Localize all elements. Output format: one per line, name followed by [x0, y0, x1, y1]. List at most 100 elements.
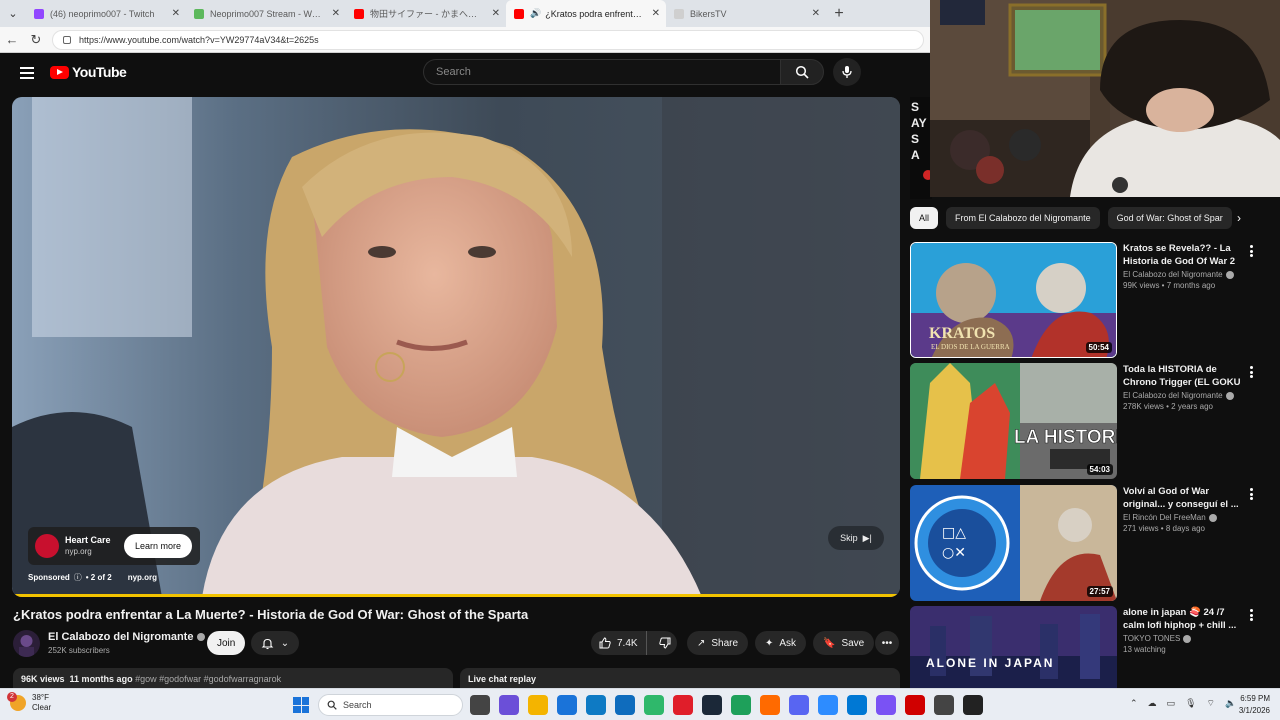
- tab-close-icon[interactable]: ✕: [652, 8, 660, 19]
- video-title[interactable]: Toda la HISTORIA de Chrono Trigger (EL G…: [1123, 363, 1248, 389]
- tab-twitch[interactable]: (46) neoprimo007 - Twitch ✕: [26, 0, 186, 27]
- menu-icon[interactable]: [20, 67, 34, 79]
- taskbar-app-icon[interactable]: [528, 695, 548, 715]
- mic-icon[interactable]: 🎙: [1185, 698, 1196, 709]
- save-button[interactable]: 🔖 Save: [813, 631, 875, 655]
- search-button[interactable]: [780, 59, 824, 85]
- video-thumbnail[interactable]: ALONE IN JAPAN: [910, 606, 1117, 688]
- wifi-icon[interactable]: ⌔: [1207, 698, 1215, 709]
- clock[interactable]: 6:59 PM 3/1/2026: [1230, 693, 1270, 717]
- search-input[interactable]: Search: [423, 59, 780, 85]
- taskbar-app-icon[interactable]: [789, 695, 809, 715]
- ad-domain-link[interactable]: nyp.org: [128, 573, 157, 582]
- ask-button[interactable]: ✦ Ask: [755, 631, 807, 655]
- video-thumbnail[interactable]: LA HISTORIA 54:03: [910, 363, 1117, 479]
- youtube-play-logo-icon: [50, 65, 69, 79]
- new-tab-button[interactable]: +: [826, 0, 852, 27]
- taskbar-search[interactable]: Search: [318, 694, 463, 716]
- channel-line: El Rincón Del FreeMan: [1123, 513, 1248, 522]
- youtube-logo[interactable]: YouTube: [50, 64, 127, 80]
- tab-neoprimo-stream[interactable]: Neoprimo007 Stream - Watch Live ✕: [186, 0, 346, 27]
- description-box[interactable]: 96K views 11 months ago #gow #godofwar #…: [13, 668, 453, 688]
- speaker-icon[interactable]: 🔊: [530, 8, 541, 19]
- channel-name[interactable]: TOKYO TONES: [1123, 634, 1180, 643]
- taskbar-app-icon[interactable]: [499, 695, 519, 715]
- taskbar-app-icon[interactable]: [905, 695, 925, 715]
- page-scrollbar[interactable]: [1268, 201, 1278, 688]
- site-info-icon[interactable]: [63, 35, 71, 44]
- taskbar-app-icon[interactable]: [615, 695, 635, 715]
- recommended-video[interactable]: LA HISTORIA 54:03 Toda la HISTORIA de Ch…: [910, 363, 1270, 479]
- tab-list-dropdown-icon[interactable]: ⌄: [0, 0, 26, 27]
- share-button[interactable]: ↗ Share: [687, 631, 749, 655]
- chip-god-of-war[interactable]: God of War: Ghost of Spar: [1107, 207, 1232, 229]
- channel-avatar[interactable]: [13, 630, 40, 657]
- taskbar-app-icon[interactable]: [702, 695, 722, 715]
- taskbar-app-icon[interactable]: [586, 695, 606, 715]
- tab-close-icon[interactable]: ✕: [812, 8, 820, 19]
- video-title[interactable]: Kratos se Revela?? - La Historia de God …: [1123, 242, 1248, 268]
- channel-name[interactable]: El Rincón Del FreeMan: [1123, 513, 1206, 522]
- skip-ad-button[interactable]: Skip ▶|: [828, 526, 884, 550]
- recommended-video[interactable]: KRATOS EL DIOS DE LA GUERRA 50:54 Kratos…: [910, 242, 1270, 358]
- taskbar-app-icon[interactable]: [963, 695, 983, 715]
- tab-title: ¿Kratos podra enfrentar a La Mue: [545, 8, 644, 19]
- taskbar-app-icon[interactable]: [847, 695, 867, 715]
- dislike-button[interactable]: [653, 631, 677, 655]
- more-vertical-icon[interactable]: [1246, 487, 1256, 501]
- video-thumbnail[interactable]: KRATOS EL DIOS DE LA GUERRA 50:54: [910, 242, 1117, 358]
- recommended-video[interactable]: ALONE IN JAPAN alone in japan 🍣 24 /7 ca…: [910, 606, 1270, 688]
- reload-icon[interactable]: ↻: [24, 28, 48, 52]
- more-vertical-icon[interactable]: [1246, 608, 1256, 622]
- subscriber-count: 252K subscribers: [48, 646, 110, 655]
- tab-youtube-kratos[interactable]: 🔊 ¿Kratos podra enfrentar a La Mue ✕: [506, 0, 666, 27]
- voice-search-button[interactable]: [833, 58, 861, 86]
- ad-card[interactable]: Heart Care nyp.org Learn more: [28, 527, 200, 565]
- join-button[interactable]: Join: [207, 631, 246, 655]
- chevron-up-icon[interactable]: ⌃: [1130, 698, 1138, 709]
- taskbar-app-icon[interactable]: [644, 695, 664, 715]
- windows-start-icon[interactable]: [293, 697, 309, 713]
- channel-name[interactable]: El Calabozo del Nigromante: [48, 631, 206, 643]
- taskbar-app-icon[interactable]: [731, 695, 751, 715]
- tab-close-icon[interactable]: ✕: [492, 8, 500, 19]
- chip-all[interactable]: All: [910, 207, 939, 229]
- info-icon[interactable]: ⓘ: [74, 572, 82, 583]
- tab-youtube-music[interactable]: 物田サイファー - かまへん (prod. Cosa ✕: [346, 0, 506, 27]
- live-chat-replay[interactable]: Live chat replay: [460, 668, 900, 688]
- more-actions-button[interactable]: •••: [875, 631, 899, 655]
- tab-close-icon[interactable]: ✕: [332, 8, 340, 19]
- like-button[interactable]: 7.4K: [591, 631, 647, 655]
- more-vertical-icon[interactable]: [1246, 244, 1256, 258]
- channel-name[interactable]: El Calabozo del Nigromante: [1123, 391, 1223, 400]
- video-title[interactable]: Volví al God of War original... y conseg…: [1123, 485, 1248, 511]
- ad-progress-bar[interactable]: [12, 594, 900, 597]
- video-thumbnail[interactable]: □△ ○✕ 27:57: [910, 485, 1117, 601]
- taskbar-app-icon[interactable]: [934, 695, 954, 715]
- taskbar-app-icon[interactable]: [818, 695, 838, 715]
- back-arrow-icon[interactable]: ←: [0, 28, 24, 52]
- hashtags[interactable]: #gow #godofwar #godofwarragnarok: [135, 674, 281, 684]
- tab-close-icon[interactable]: ✕: [172, 8, 180, 19]
- taskbar-app-icon[interactable]: [673, 695, 693, 715]
- taskbar-app-icon[interactable]: [470, 695, 490, 715]
- recommended-video[interactable]: □△ ○✕ 27:57 Volví al God of War original…: [910, 485, 1270, 601]
- url-field[interactable]: https://www.youtube.com/watch?v=YW29774a…: [52, 29, 924, 50]
- tab-bikerstv[interactable]: BikersTV ✕: [666, 0, 826, 27]
- display-icon[interactable]: ▭: [1167, 698, 1176, 709]
- taskbar-app-icon[interactable]: [557, 695, 577, 715]
- channel-name[interactable]: El Calabozo del Nigromante: [1123, 270, 1223, 279]
- taskbar-app-icon[interactable]: [876, 695, 896, 715]
- chip-from-channel[interactable]: From El Calabozo del Nigromante: [946, 207, 1100, 229]
- taskbar-app-icon[interactable]: [760, 695, 780, 715]
- share-label: Share: [711, 637, 739, 649]
- video-title[interactable]: alone in japan 🍣 24 /7 calm lofi hiphop …: [1123, 606, 1248, 632]
- video-player[interactable]: Heart Care nyp.org Learn more Sponsored …: [12, 97, 900, 597]
- chevron-right-icon[interactable]: ›: [1230, 211, 1248, 229]
- more-vertical-icon[interactable]: [1246, 365, 1256, 379]
- cloud-icon[interactable]: ☁: [1148, 698, 1157, 709]
- learn-more-button[interactable]: Learn more: [123, 534, 192, 558]
- notification-bell-button[interactable]: ⌄: [251, 631, 299, 655]
- verified-icon: [1208, 513, 1217, 522]
- weather-widget[interactable]: 2 38°F Clear: [7, 692, 51, 713]
